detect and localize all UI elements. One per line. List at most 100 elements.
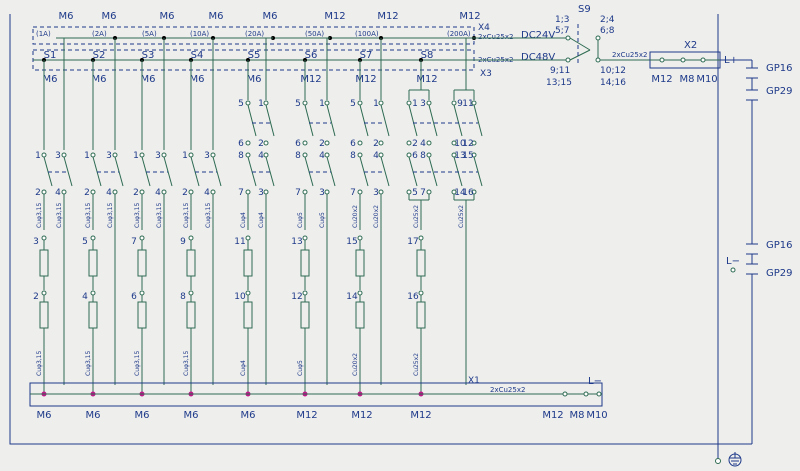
terminal-number: 1	[319, 99, 325, 109]
terminal	[161, 152, 167, 158]
s9-dc48-label: DC48V	[521, 52, 555, 63]
resistor	[137, 301, 147, 329]
terminal	[406, 152, 412, 158]
resistor	[88, 249, 98, 277]
terminal	[378, 152, 384, 158]
x2-terminal: M10	[696, 74, 717, 85]
terminal-number: 3	[319, 188, 325, 198]
x2-tag: X2	[684, 40, 697, 51]
terminal-number: 4	[82, 292, 88, 302]
s9-terminal: 1;3	[555, 15, 569, 25]
cable-label: Cuφ3,15	[134, 203, 141, 228]
cable-label: Cuφ3,15	[36, 351, 43, 376]
terminal	[90, 235, 96, 241]
bottom-label-row: M6 M6 M6 M6 M6 M12 M12 M12 M12 M8 M10	[37, 410, 608, 421]
lminus-label: L−	[726, 256, 740, 267]
terminal	[302, 140, 308, 146]
terminal-number: 4	[258, 151, 264, 161]
terminal	[161, 189, 167, 195]
terminal	[263, 189, 269, 195]
terminal-number: 3	[155, 151, 161, 161]
switch-column-s5: S5 M6 5 1 6 2 8 4 7 3 Cuφ4 Cuφ4 Cuφ4 11 10	[234, 37, 275, 397]
lminus-label: L−	[588, 376, 602, 387]
terminal	[357, 140, 363, 146]
terminal	[357, 189, 363, 195]
cable-label: Cuφ4	[240, 212, 247, 228]
terminal-number: 5	[238, 99, 244, 109]
terminal-number: 8	[420, 151, 426, 161]
terminal	[139, 290, 145, 296]
rating-row: (1A) (2A) (5A) (10A) (20A) (50A) (100A) …	[36, 30, 471, 38]
cable-label: Cuφ3,15	[134, 351, 141, 376]
terminal	[302, 235, 308, 241]
terminal-number: 3	[204, 151, 210, 161]
terminal	[90, 189, 96, 195]
terminal	[41, 290, 47, 296]
terminal	[406, 100, 412, 106]
terminal-number: 3	[33, 237, 39, 247]
rating-label: (20A)	[245, 30, 264, 38]
bottom-label: M12	[410, 410, 431, 421]
bottom-right-label: M8	[570, 410, 585, 421]
terminal-number: 7	[295, 188, 301, 198]
terminal-number: 4	[204, 188, 210, 198]
switch-id: S7	[360, 50, 373, 61]
terminal-number: 16	[407, 292, 419, 302]
bus-x4-tag: X4	[478, 23, 490, 33]
top-label: M6	[263, 11, 278, 22]
terminal	[210, 189, 216, 195]
switch-id: S6	[305, 50, 318, 61]
terminal-number: 10	[234, 292, 246, 302]
terminal	[302, 189, 308, 195]
switch-bus-label: M6	[43, 74, 58, 85]
cable-label: Cuφ3,15	[205, 203, 212, 228]
terminal-number: 1	[133, 151, 139, 161]
terminal-number: 2	[133, 188, 139, 198]
cable-label: Cuφ3,15	[36, 203, 43, 228]
terminal-number: 2	[373, 139, 379, 149]
terminal-number: 2	[258, 139, 264, 149]
cable-label: Cuφ4	[240, 360, 247, 376]
schematic-diagram: M6 M6 M6 M6 M6 M12 M12 M12 X4 2xCu25x2 (…	[9, 4, 793, 467]
terminal-number: 7	[420, 188, 426, 198]
gp-label: GP16	[766, 63, 793, 74]
terminal-number: 12	[291, 292, 302, 302]
terminal	[406, 189, 412, 195]
switch-column-s8: S8M1212653487910131411121516Cu25x2 Cu25x2…	[406, 37, 483, 397]
switch-id: S4	[191, 50, 204, 61]
s9-terminal: 6;8	[600, 26, 615, 36]
bottom-label: M6	[86, 410, 101, 421]
terminal	[112, 189, 118, 195]
terminal	[188, 152, 194, 158]
cable-label: Cuφ3,15	[107, 203, 114, 228]
terminal	[139, 235, 145, 241]
x2-terminal: M8	[680, 74, 695, 85]
terminal	[378, 140, 384, 146]
terminal-number: 11	[234, 237, 245, 247]
terminal-number: 2	[35, 188, 41, 198]
s9-terminal: 9;11	[550, 66, 570, 76]
cable-label: Cuφ3,15	[85, 203, 92, 228]
switch-id: S8	[421, 50, 434, 61]
x2-terminal-block: X2 L+ M12 M8 M10	[649, 40, 738, 85]
terminal	[41, 189, 47, 195]
bottom-label: M12	[296, 410, 317, 421]
switch-column-s1: S1 M6 1 3 2 4 Cuφ3,15 Cuφ3,15 Cuφ3,15 3 2	[33, 37, 73, 397]
terminal-number: 1	[412, 99, 418, 109]
terminal-number: 12	[462, 139, 473, 149]
switch-id: S1	[44, 50, 57, 61]
ground-terminal	[715, 458, 721, 464]
terminal-number: 1	[258, 99, 264, 109]
bus-x1-tag: X1	[468, 376, 480, 386]
terminal-number: 2	[84, 188, 90, 198]
terminal	[357, 100, 363, 106]
terminal-number: 7	[131, 237, 137, 247]
switch-column-s4: S4 M6 1 3 2 4 Cuφ3,15 Cuφ3,15 Cuφ3,15 9 8	[180, 38, 222, 397]
terminal-number: 7	[350, 188, 356, 198]
terminal	[426, 189, 432, 195]
cable-label: Cuφ3,15	[56, 203, 63, 228]
terminal-number: 4	[420, 139, 426, 149]
bottom-label: M6	[184, 410, 199, 421]
terminal	[302, 290, 308, 296]
terminal-number: 4	[155, 188, 161, 198]
